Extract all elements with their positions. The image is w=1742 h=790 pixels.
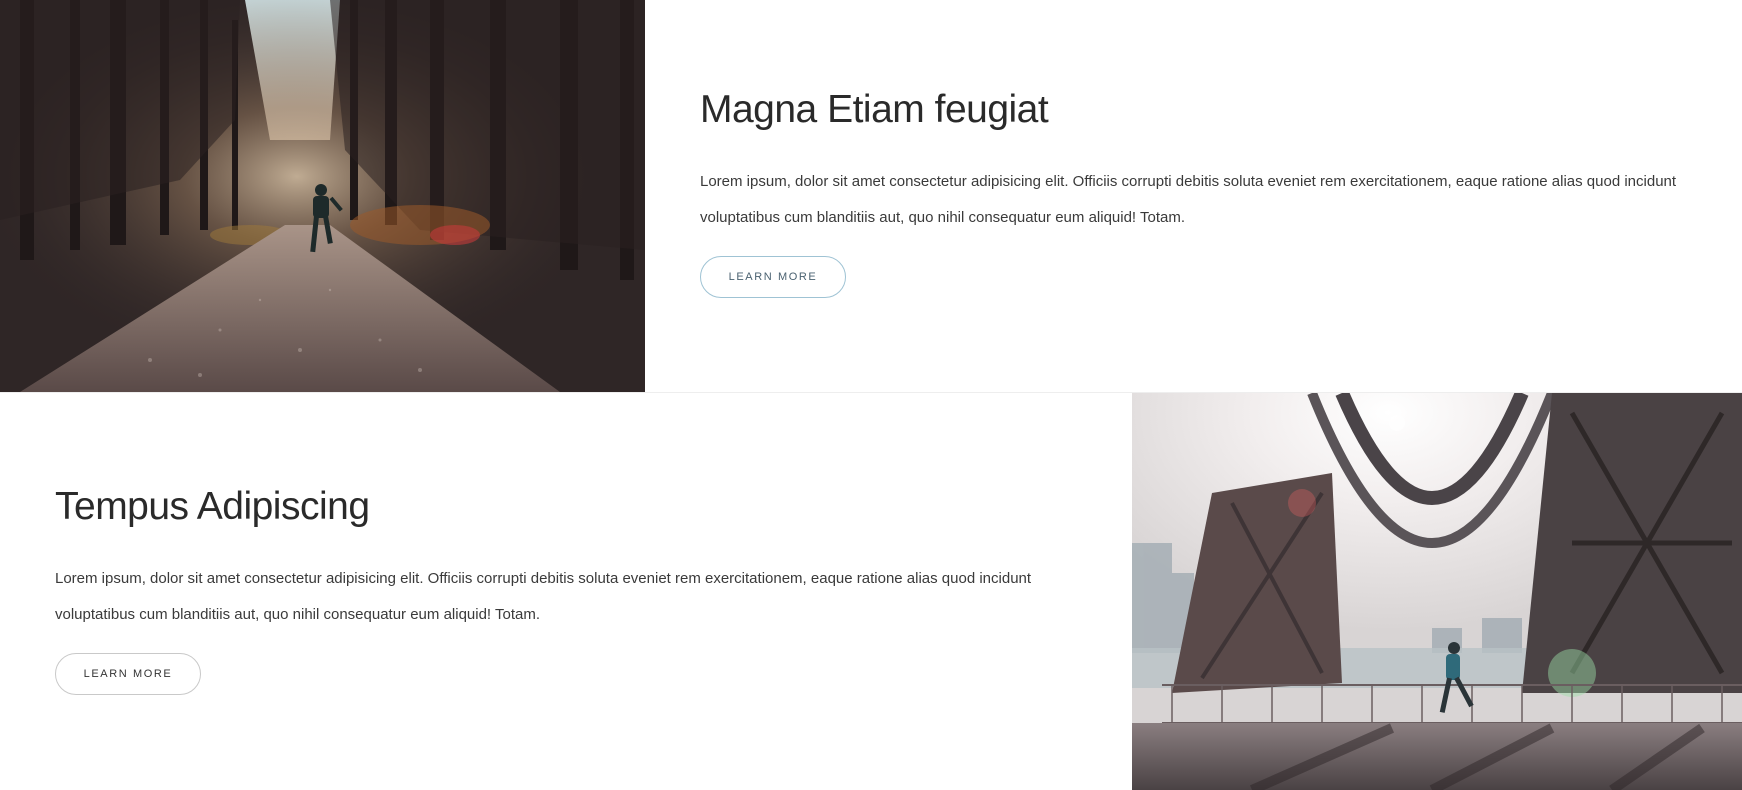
section-body-text: Lorem ipsum, dolor sit amet consectetur … [700,173,1677,226]
learn-more-button[interactable]: LEARN MORE [700,256,846,298]
feature-section-1: Magna Etiam feugiat Lorem ipsum, dolor s… [0,0,1742,392]
forest-trail-runner-photo [0,0,645,392]
bridge-runner-photo [1132,393,1742,790]
feature-text-1: Magna Etiam feugiat Lorem ipsum, dolor s… [700,84,1690,298]
section-body-text: Lorem ipsum, dolor sit amet consectetur … [55,570,1032,623]
page: Magna Etiam feugiat Lorem ipsum, dolor s… [0,0,1742,790]
feature-section-2: Tempus Adipiscing Lorem ipsum, dolor sit… [0,392,1742,790]
section-heading: Magna Etiam feugiat [700,88,1049,131]
section-heading: Tempus Adipiscing [55,485,370,528]
feature-text-2: Tempus Adipiscing Lorem ipsum, dolor sit… [55,481,1055,695]
learn-more-button[interactable]: LEARN MORE [55,653,201,695]
